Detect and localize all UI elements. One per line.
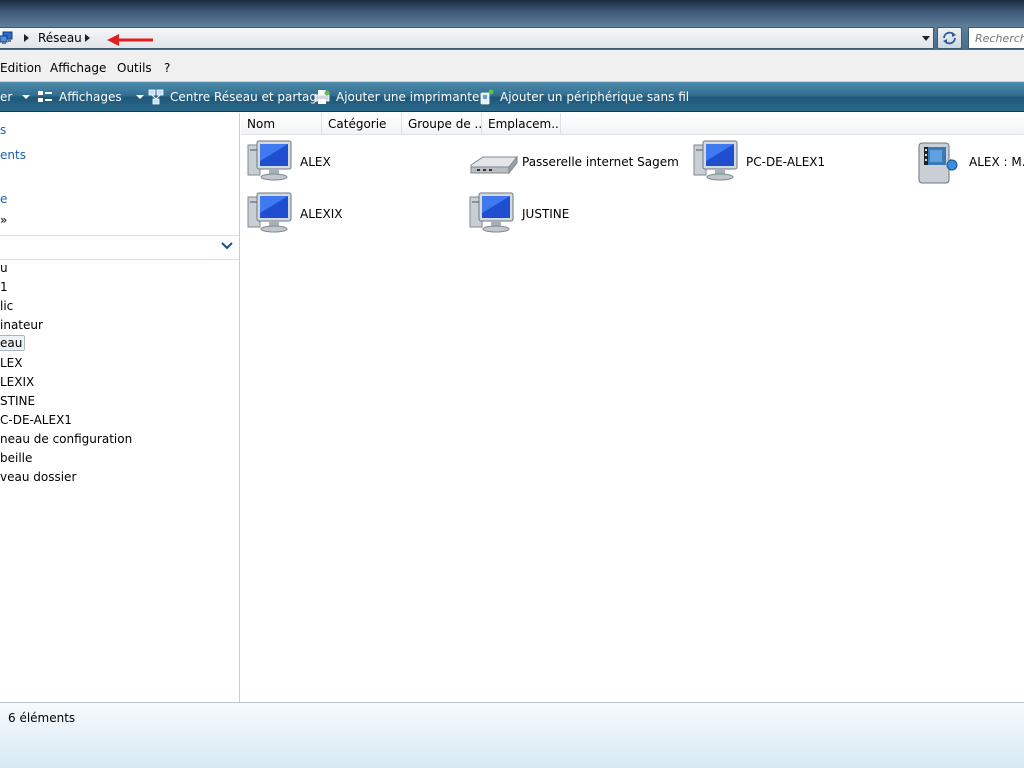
network-item-label: Passerelle internet Sagem [522,155,679,169]
network-item-tile[interactable]: Passerelle internet Sagem [469,137,679,187]
network-item-tile[interactable]: JUSTINE [469,189,669,239]
item-count: 6 éléments [8,711,76,725]
printer-icon [314,90,330,104]
favorite-link[interactable]: e [0,192,7,206]
tree-item[interactable]: STINE [0,394,35,408]
add-printer-label: Ajouter une imprimante [336,90,480,104]
tree-item[interactable]: LEXIX [0,375,34,389]
nav-divider [0,235,239,236]
add-wireless-label: Ajouter un périphérique sans fil [500,90,690,104]
menu-edit[interactable]: Edition [0,61,42,75]
tree-item[interactable]: 1 [0,280,8,294]
favorite-link[interactable]: s [0,123,6,137]
organize-label: er [0,90,13,104]
refresh-button[interactable] [937,27,962,49]
breadcrumb-arrow-icon[interactable] [85,34,90,42]
computer-icon [247,140,292,181]
command-bar: er Affichages Centre Réseau et partage A… [0,82,1024,112]
network-item-label: ALEXIX [300,207,343,221]
network-icon [0,31,13,44]
network-item-tile[interactable]: ALEX [247,137,447,187]
tree-item-selected[interactable]: eau [0,335,26,351]
network-item-label: PC-DE-ALEX1 [746,155,826,169]
menu-view[interactable]: Affichage [50,61,106,75]
menu-help[interactable]: ? [164,61,170,75]
network-item-tile[interactable]: ALEXIX [247,189,447,239]
network-center-label: Centre Réseau et partage [170,90,325,104]
views-button[interactable]: Affichages [37,82,144,112]
add-printer-button[interactable]: Ajouter une imprimante [314,82,479,112]
network-item-label: ALEX : M. I [969,155,1024,169]
refresh-icon [943,31,956,45]
chevron-down-icon[interactable] [220,239,234,253]
search-box[interactable] [968,27,1024,49]
menu-tools[interactable]: Outils [117,61,152,75]
computer-icon [247,192,292,233]
chevron-down-icon [22,95,31,99]
red-arrow-annotation-icon [107,34,153,46]
column-headers: Nom Catégorie Groupe de ... Emplacem... [241,113,1024,135]
breadcrumb-arrow-icon[interactable] [24,34,29,42]
network-item-label: ALEX [300,155,331,169]
tree-item[interactable]: veau dossier [0,470,76,484]
column-header-name[interactable]: Nom [241,113,322,135]
views-label: Affichages [59,90,122,104]
network-item-tile[interactable]: ALEX : M. I [916,137,1024,187]
breadcrumb-network[interactable]: Réseau [38,31,82,45]
computer-icon [469,192,514,233]
network-center-button[interactable]: Centre Réseau et partage [148,82,324,112]
menu-bar: Edition Affichage Outils ? [0,50,1024,82]
address-bar[interactable]: Réseau [0,27,934,49]
tree-item[interactable]: beille [0,451,32,465]
address-bar-row: Réseau [0,26,1024,50]
add-wireless-device-button[interactable]: Ajouter un périphérique sans fil [478,82,689,112]
wireless-device-icon [480,89,494,105]
window-title-bar [0,0,1024,26]
navigation-pane: s ents e » u 1 lic inateur eau LEX LEXIX… [0,113,240,702]
network-center-icon [148,89,164,105]
media-device-icon [918,142,958,184]
content-area: Nom Catégorie Groupe de ... Emplacem... … [241,113,1024,702]
tree-item[interactable]: inateur [0,318,43,332]
tree-item[interactable]: lic [0,299,13,313]
router-icon [470,155,519,175]
tree-item[interactable]: LEX [0,356,23,370]
column-header-group[interactable]: Groupe de ... [402,113,482,135]
more-favorites-button[interactable]: » [0,213,7,227]
tree-item[interactable]: neau de configuration [0,432,132,446]
column-header-location[interactable]: Emplacem... [482,113,561,135]
tree-item[interactable]: C-DE-ALEX1 [0,413,72,427]
column-header-category[interactable]: Catégorie [322,113,402,135]
views-icon [38,91,52,102]
address-dropdown-chevron-icon[interactable] [919,33,933,45]
status-bar: 6 éléments [0,702,1024,768]
network-item-tile[interactable]: PC-DE-ALEX1 [693,137,893,187]
chevron-down-icon [135,95,144,99]
organize-button[interactable]: er [0,82,31,112]
search-input[interactable] [969,28,1024,48]
nav-divider [0,259,239,260]
computer-icon [693,140,738,181]
network-item-label: JUSTINE [522,207,570,221]
tree-item[interactable]: u [0,261,8,275]
favorite-link[interactable]: ents [0,148,26,162]
